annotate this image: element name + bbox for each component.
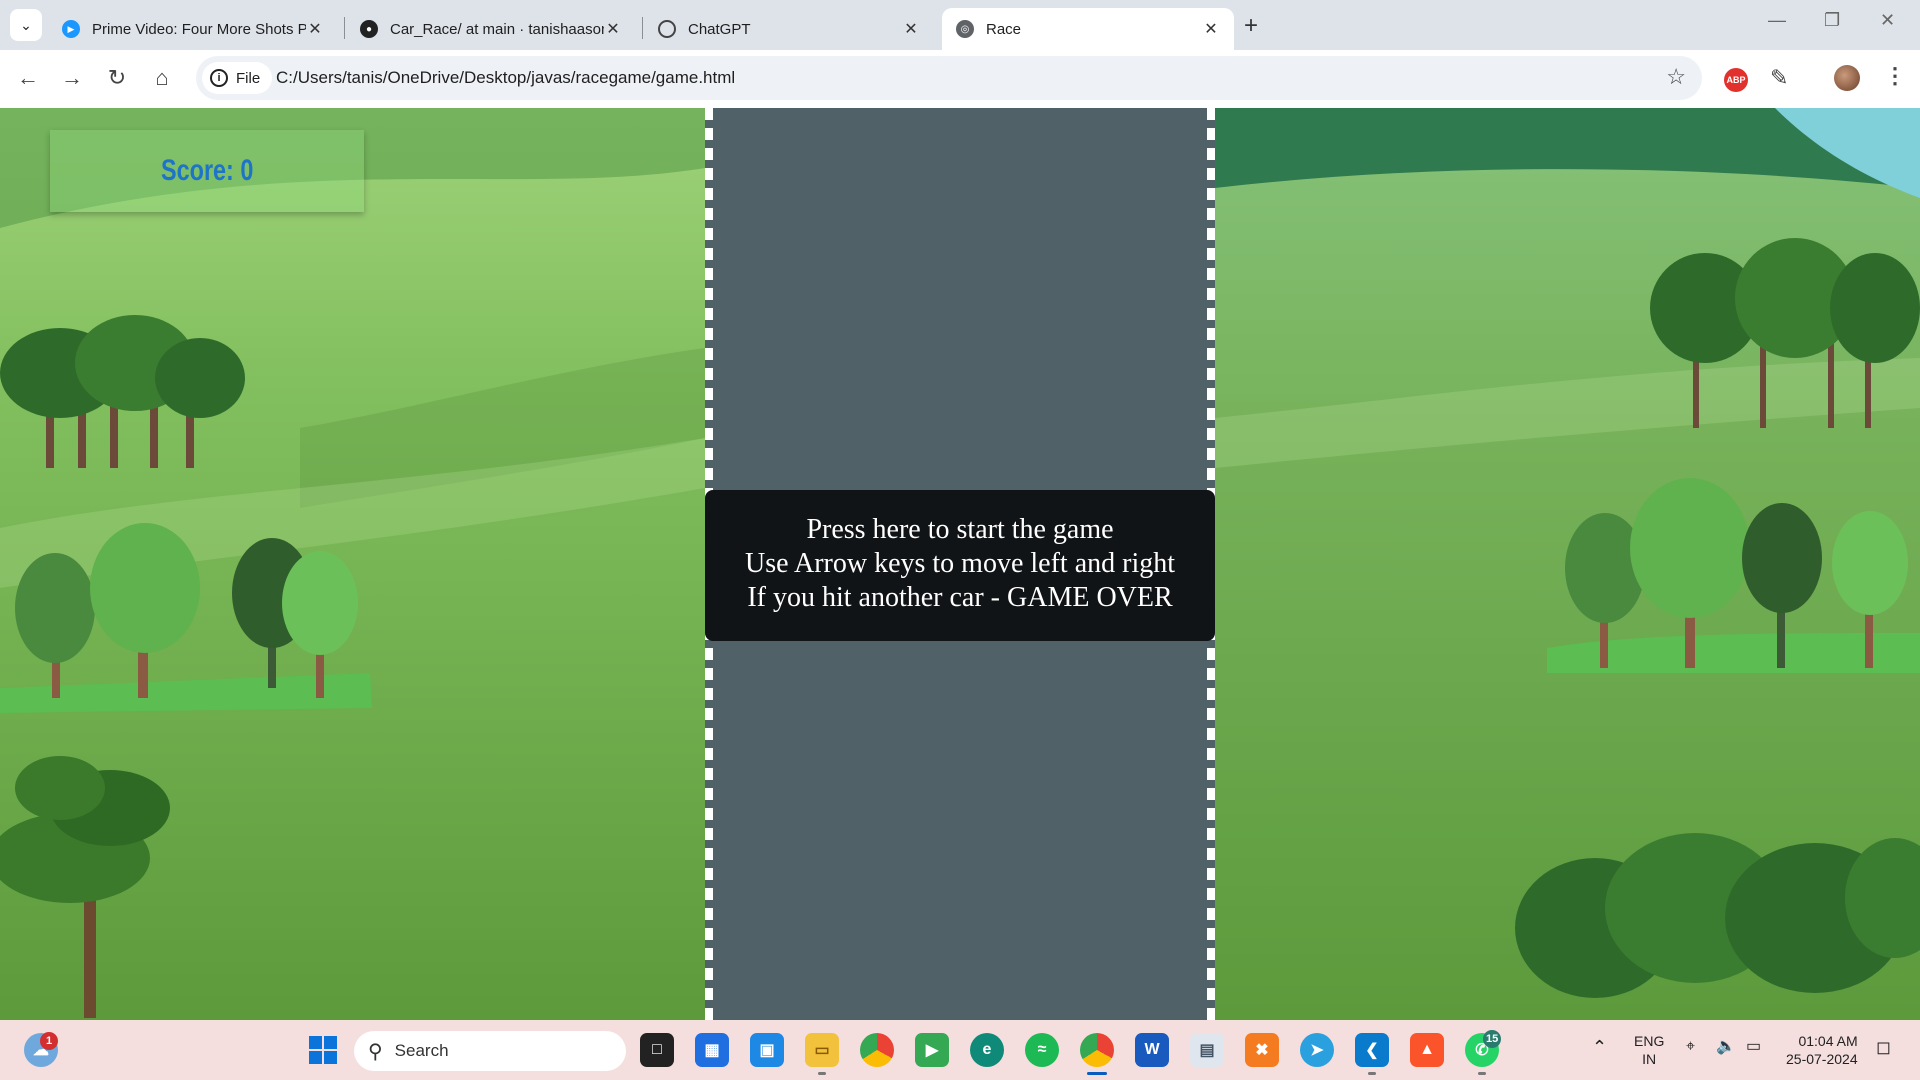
running-indicator	[818, 1072, 826, 1075]
bookmark-star-icon[interactable]: ☆	[1666, 64, 1686, 90]
date-text: 25-07-2024	[1786, 1051, 1858, 1067]
address-bar[interactable]: i File C:/Users/tanis/OneDrive/Desktop/j…	[196, 56, 1702, 100]
start-game-button[interactable]: Press here to start the game Use Arrow k…	[705, 490, 1215, 641]
tab-prime-video[interactable]: ▶ Prime Video: Four More Shots P ✕	[48, 8, 338, 50]
instruction-line: Use Arrow keys to move left and right	[744, 548, 1176, 579]
word-icon[interactable]: W	[1135, 1033, 1169, 1067]
google-meet-icon[interactable]: ▶	[915, 1033, 949, 1067]
running-indicator	[1087, 1072, 1107, 1075]
windows-start-icon[interactable]	[306, 1033, 340, 1067]
task-view-icon[interactable]: □	[640, 1033, 674, 1067]
brave-icon[interactable]: ▲	[1410, 1033, 1444, 1067]
chip-label: File	[236, 69, 261, 87]
tab-strip: ⌄ ▶ Prime Video: Four More Shots P ✕ ● C…	[0, 0, 1920, 50]
widgets-icon[interactable]: ▣	[750, 1033, 784, 1067]
clock[interactable]: 01:04 AM 25-07-2024	[1786, 1032, 1858, 1068]
tab-separator	[642, 17, 643, 39]
url-text[interactable]: C:/Users/tanis/OneDrive/Desktop/javas/ra…	[276, 68, 735, 88]
notepad-icon[interactable]: ▤	[1190, 1033, 1224, 1067]
prime-video-icon: ▶	[62, 20, 80, 38]
close-icon[interactable]: ✕	[902, 19, 920, 39]
edge-icon[interactable]: e	[970, 1033, 1004, 1067]
spotify-icon[interactable]: ≈	[1025, 1033, 1059, 1067]
tab-github[interactable]: ● Car_Race/ at main · tanishaason ✕	[346, 8, 636, 50]
info-icon: i	[210, 69, 228, 87]
game-area: Score: 0 Press here to start the game Us…	[0, 108, 1920, 1020]
grass-right	[1215, 108, 1920, 1020]
home-button[interactable]: ⌂	[148, 65, 176, 91]
chevron-down-icon: ⌄	[20, 16, 32, 33]
close-icon[interactable]: ✕	[1202, 19, 1220, 39]
tab-title: ChatGPT	[688, 20, 751, 38]
new-tab-button[interactable]: +	[1244, 12, 1258, 40]
telegram-icon[interactable]: ➤	[1300, 1033, 1334, 1067]
instruction-line: Press here to start the game	[806, 514, 1114, 545]
restore-button[interactable]: ❐	[1824, 10, 1840, 31]
instruction-line: If you hit another car - GAME OVER	[747, 582, 1173, 613]
tab-title: Race	[986, 20, 1022, 38]
taskbar: ☁ 1 ⚲ Search □ ▦ ▣ ▭ ▶ e ≈ W ▤ ✖ ➤ ❮ ▲ ✆…	[0, 1020, 1920, 1080]
battery-icon[interactable]: ▭	[1746, 1038, 1761, 1056]
extensions-puzzle-icon[interactable]: ✎	[1770, 65, 1788, 91]
region-code: IN	[1642, 1051, 1657, 1067]
vscode-icon[interactable]: ❮	[1355, 1033, 1389, 1067]
wifi-icon[interactable]: ⌖	[1686, 1038, 1695, 1056]
close-icon[interactable]: ✕	[604, 19, 622, 39]
search-placeholder: Search	[394, 1041, 449, 1060]
profile-avatar[interactable]	[1834, 65, 1860, 91]
tab-search-button[interactable]: ⌄	[10, 9, 42, 41]
notification-bell-icon[interactable]: ◻	[1876, 1038, 1891, 1056]
tab-title: Prime Video: Four More Shots P	[92, 20, 306, 38]
xampp-icon[interactable]: ✖	[1245, 1033, 1279, 1067]
github-icon: ●	[360, 20, 378, 38]
tab-chatgpt[interactable]: ChatGPT ✕	[644, 8, 934, 50]
chrome-canary-icon[interactable]	[860, 1033, 894, 1067]
weather-badge: 1	[40, 1032, 58, 1050]
search-icon: ⚲	[368, 1040, 383, 1063]
language-code: ENG	[1634, 1033, 1665, 1049]
running-indicator	[1478, 1072, 1486, 1075]
back-button[interactable]: ←	[14, 65, 42, 91]
chatgpt-icon	[658, 20, 676, 38]
tab-race[interactable]: ◎ Race ✕	[942, 8, 1234, 50]
score-display: Score: 0	[50, 130, 364, 212]
running-indicator	[1368, 1072, 1376, 1075]
file-explorer-icon[interactable]: ▭	[805, 1033, 839, 1067]
tab-title: Car_Race/ at main · tanishaason	[390, 20, 604, 38]
grass-left	[0, 108, 705, 1020]
chrome-icon[interactable]	[1080, 1033, 1114, 1067]
browser-toolbar: ← → ↻ ⌂ i File C:/Users/tanis/OneDrive/D…	[0, 50, 1920, 108]
globe-icon: ◎	[956, 20, 974, 38]
adblock-plus-icon[interactable]: ABP	[1724, 68, 1748, 92]
score-text: Score: 0	[160, 154, 254, 187]
minimize-button[interactable]: —	[1768, 10, 1786, 31]
forward-button[interactable]: →	[58, 65, 86, 91]
microsoft-store-icon[interactable]: ▦	[695, 1033, 729, 1067]
reload-button[interactable]: ↻	[103, 65, 131, 91]
close-icon[interactable]: ✕	[306, 19, 324, 39]
show-hidden-icons-chevron-icon[interactable]: ⌃	[1592, 1038, 1607, 1056]
more-menu-icon[interactable]: ⋮	[1884, 63, 1906, 89]
taskbar-search-box[interactable]: ⚲ Search	[354, 1031, 626, 1071]
tab-separator	[344, 17, 345, 39]
language-indicator[interactable]: ENG IN	[1634, 1032, 1664, 1068]
site-info-chip[interactable]: i File	[202, 62, 273, 94]
volume-icon[interactable]: 🔈	[1716, 1038, 1736, 1056]
time-text: 01:04 AM	[1798, 1033, 1858, 1049]
close-window-button[interactable]: ✕	[1880, 10, 1895, 31]
